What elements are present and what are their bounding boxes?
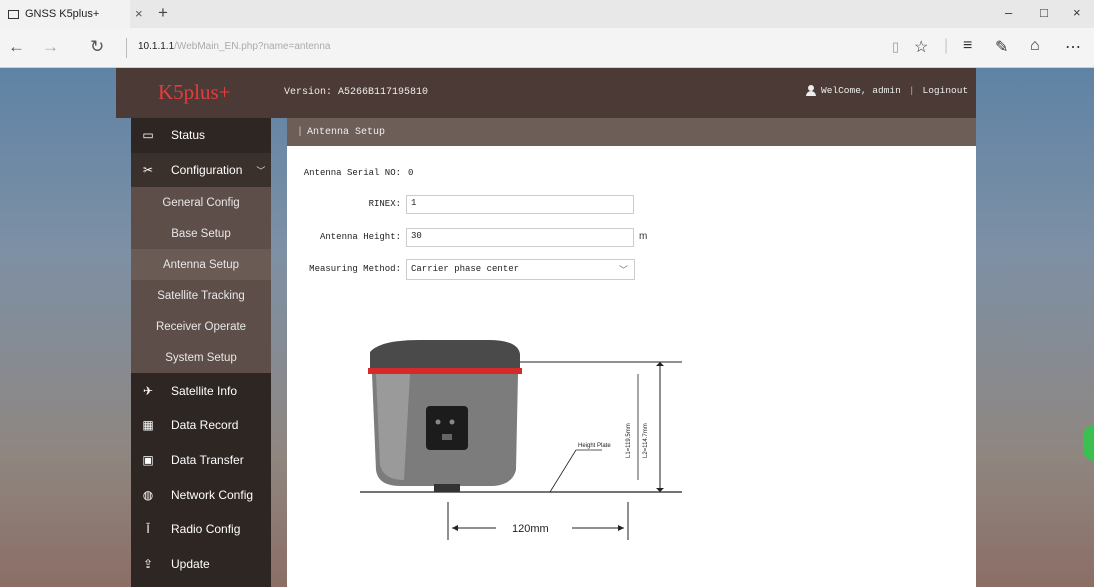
share-icon[interactable]: ⌂	[1030, 37, 1040, 55]
browser-tab-bar: GNSS K5plus+ × + – □ ×	[0, 0, 1094, 28]
rinex-label: RINEX:	[368, 199, 401, 209]
favorite-star-icon[interactable]: ☆	[914, 37, 928, 57]
height-plate-label: Height Plate	[578, 443, 611, 449]
tab-title: GNSS K5plus+	[25, 8, 100, 20]
tools-icon: ✂	[142, 163, 154, 178]
sidebar: ▭ Status ✂ Configuration ﹀ General Confi…	[131, 118, 271, 587]
measuring-method-select[interactable]: Carrier phase center ﹀	[406, 259, 635, 280]
sidebar-item-label: Satellite Info	[171, 383, 238, 398]
upload-icon: ⇪	[142, 557, 154, 572]
tab-page-icon	[8, 9, 19, 19]
monitor-icon: ▭	[142, 128, 154, 143]
antenna-height-input[interactable]: 30	[406, 228, 634, 247]
header-separator: |	[908, 85, 915, 96]
sidebar-item-label: Update	[171, 557, 210, 572]
width-dimension-label: 120mm	[512, 523, 549, 535]
l2-dimension-label: L2=114.7mm	[643, 423, 649, 458]
breadcrumb-marker-icon: |	[297, 126, 304, 138]
web-note-icon[interactable]: ✎	[995, 37, 1008, 57]
logo: K5plus+	[158, 80, 231, 104]
height-label: Antenna Height:	[319, 232, 401, 242]
l1-dimension-label: L1=119.5mm	[626, 423, 632, 458]
breadcrumb: | Antenna Setup	[287, 118, 976, 146]
sidebar-item-data-transfer[interactable]: ▣ Data Transfer	[131, 443, 271, 478]
restore-icon[interactable]: □	[1040, 5, 1048, 20]
sidebar-subitem-antenna-setup[interactable]: Antenna Setup	[131, 249, 271, 281]
sidebar-item-network-config[interactable]: ◍ Network Config	[131, 477, 271, 512]
address-bar-row: ← → ↻ 10.1.1.1/WebMain_EN.php?name=anten…	[0, 28, 1094, 68]
sidebar-item-label: Network Config	[171, 487, 254, 502]
sidebar-subitem-satellite-tracking[interactable]: Satellite Tracking	[131, 280, 271, 312]
calendar-icon: ▦	[142, 418, 154, 433]
url-host: 10.1.1.1	[138, 41, 175, 52]
welcome-text: WelCome, admin	[821, 85, 901, 96]
tab-close-icon[interactable]: ×	[135, 6, 143, 21]
height-unit: m	[639, 231, 648, 242]
antenna-icon: Ῑ	[146, 522, 150, 537]
toolbar-divider: |	[944, 37, 949, 54]
window-close-icon[interactable]: ×	[1073, 5, 1081, 20]
welcome-area: WelCome, admin | Loginout	[806, 85, 968, 96]
logout-link[interactable]: Loginout	[923, 85, 969, 96]
refresh-icon[interactable]: ↻	[90, 37, 104, 57]
browser-tab[interactable]: GNSS K5plus+	[0, 0, 130, 28]
sidebar-subitem-general-config[interactable]: General Config	[131, 187, 271, 219]
reading-view-icon[interactable]: ▯	[892, 39, 899, 55]
sidebar-item-update[interactable]: ⇪ Update	[131, 547, 271, 582]
measuring-method-value: Carrier phase center	[411, 264, 520, 274]
version-text: Version: A5266B117195810	[284, 87, 429, 98]
sidebar-item-satellite-info[interactable]: ✈ Satellite Info	[131, 373, 271, 408]
hub-icon[interactable]: ≡	[963, 37, 972, 55]
sidebar-item-status[interactable]: ▭ Status	[131, 118, 271, 153]
forward-icon[interactable]: →	[42, 37, 59, 57]
method-label: Measuring Method:	[309, 264, 401, 274]
back-icon[interactable]: ←	[8, 37, 25, 57]
url-path: /WebMain_EN.php?name=antenna	[174, 41, 331, 52]
breadcrumb-label: Antenna Setup	[307, 126, 386, 138]
sidebar-item-label: Status	[171, 128, 206, 143]
globe-icon: ◍	[142, 487, 154, 502]
sidebar-subitem-system-setup[interactable]: System Setup	[131, 342, 271, 374]
antenna-diagram: Height Plate L1=119.5mm L2=114.7mm 120mm	[360, 340, 682, 540]
sidebar-item-label: Data Transfer	[171, 453, 244, 468]
url-field[interactable]: 10.1.1.1/WebMain_EN.php?name=antenna	[138, 41, 330, 52]
sidebar-item-configuration[interactable]: ✂ Configuration ﹀	[131, 152, 271, 188]
satellite-icon: ✈	[142, 383, 154, 398]
new-tab-icon[interactable]: +	[158, 3, 168, 23]
side-floating-widget[interactable]	[1083, 425, 1094, 461]
sidebar-item-radio-config[interactable]: Ῑ Radio Config	[131, 512, 271, 547]
sidebar-item-label: Data Record	[171, 418, 239, 433]
more-icon[interactable]: ⋯	[1065, 37, 1081, 57]
serial-value: 0	[408, 168, 414, 178]
user-icon	[806, 85, 816, 96]
url-divider	[126, 38, 127, 58]
sidebar-subitem-receiver-operate[interactable]: Receiver Operate	[131, 311, 271, 343]
sidebar-item-data-record[interactable]: ▦ Data Record	[131, 408, 271, 443]
rinex-input[interactable]: 1	[406, 195, 634, 214]
sidebar-subitem-base-setup[interactable]: Base Setup	[131, 218, 271, 250]
serial-label: Antenna Serial NO:	[303, 168, 401, 178]
sidebar-item-label: Configuration	[171, 163, 243, 178]
transfer-icon: ▣	[142, 453, 154, 468]
chevron-down-icon: ﹀	[618, 266, 628, 276]
chevron-down-icon: ﹀	[256, 165, 266, 176]
sidebar-item-label: Radio Config	[171, 522, 241, 537]
minimize-icon[interactable]: –	[1005, 5, 1012, 20]
